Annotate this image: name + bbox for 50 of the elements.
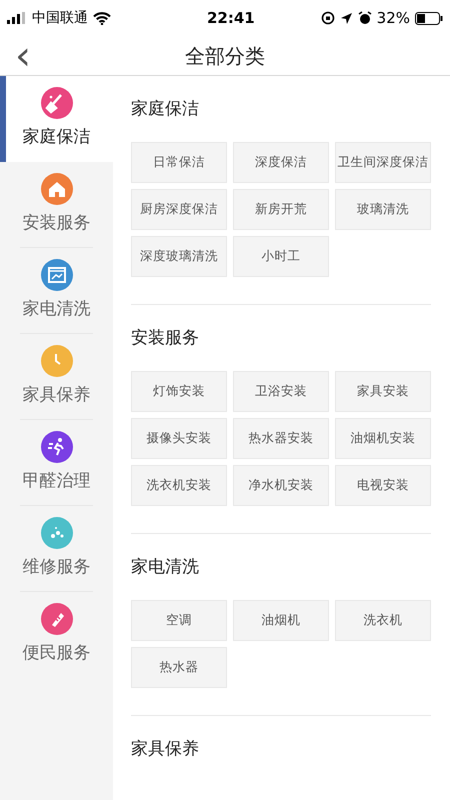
service-tag[interactable]: 油烟机 (233, 600, 329, 641)
section-title: 安装服务 (131, 327, 200, 349)
service-tag[interactable]: 油烟机安装 (335, 418, 431, 459)
page-title: 全部分类 (185, 42, 265, 70)
category-icon (40, 431, 72, 464)
wifi-icon (93, 12, 111, 24)
service-tag[interactable]: 空调 (131, 600, 227, 641)
section-title: 家具保养 (131, 738, 200, 760)
service-tag[interactable]: 摄像头安装 (131, 418, 227, 459)
category-icon (40, 259, 72, 292)
service-tag[interactable]: 灯饰安装 (131, 371, 227, 412)
category-icon (40, 517, 72, 550)
service-tag[interactable]: 热水器 (131, 647, 227, 688)
service-tag[interactable]: 卫浴安装 (233, 371, 329, 412)
clock-time: 22:41 (206, 8, 255, 29)
service-tag[interactable]: 净水机安装 (233, 465, 329, 506)
service-tag[interactable]: 深度玻璃清洗 (131, 236, 227, 277)
alarm-icon (358, 11, 372, 25)
service-tag[interactable]: 小时工 (233, 236, 329, 277)
location-icon (340, 12, 353, 24)
category-tab[interactable]: 甲醛治理 (0, 420, 113, 506)
service-tag[interactable]: 厨房深度保洁 (131, 189, 227, 230)
back-button[interactable]: ‹ (8, 36, 38, 76)
service-tag[interactable]: 玻璃清洗 (335, 189, 431, 230)
carrier-name: 中国联通 (32, 8, 88, 28)
category-tab[interactable]: 家电清洗 (0, 248, 113, 334)
service-tag[interactable]: 深度保洁 (233, 142, 329, 183)
service-tag[interactable]: 热水器安装 (233, 418, 329, 459)
category-tab[interactable]: 维修服务 (0, 506, 113, 592)
service-tag[interactable]: 新房开荒 (233, 189, 329, 230)
service-tag[interactable]: 日常保洁 (131, 142, 227, 183)
service-tag[interactable]: 洗衣机安装 (131, 465, 227, 506)
signal-icon (7, 12, 27, 24)
category-icon (40, 603, 72, 636)
category-icon (40, 345, 72, 378)
rotation-lock-icon (320, 11, 335, 25)
service-tag[interactable]: 洗衣机 (335, 600, 431, 641)
category-tab[interactable]: 家具保养 (0, 334, 113, 420)
section-title: 家庭保洁 (131, 98, 200, 120)
category-tab[interactable]: 便民服务 (0, 592, 113, 678)
service-tag[interactable]: 卫生间深度保洁 (335, 142, 431, 183)
battery-percent: 32% (376, 8, 410, 29)
service-tag[interactable]: 电视安装 (335, 465, 431, 506)
section-title: 家电清洗 (131, 556, 200, 578)
service-tag[interactable]: 家具安装 (335, 371, 431, 412)
battery-icon (415, 12, 443, 24)
category-tab[interactable]: 安装服务 (0, 162, 113, 248)
category-icon (40, 173, 72, 206)
category-icon (40, 87, 72, 120)
category-tab[interactable]: 家庭保洁 (0, 76, 113, 162)
